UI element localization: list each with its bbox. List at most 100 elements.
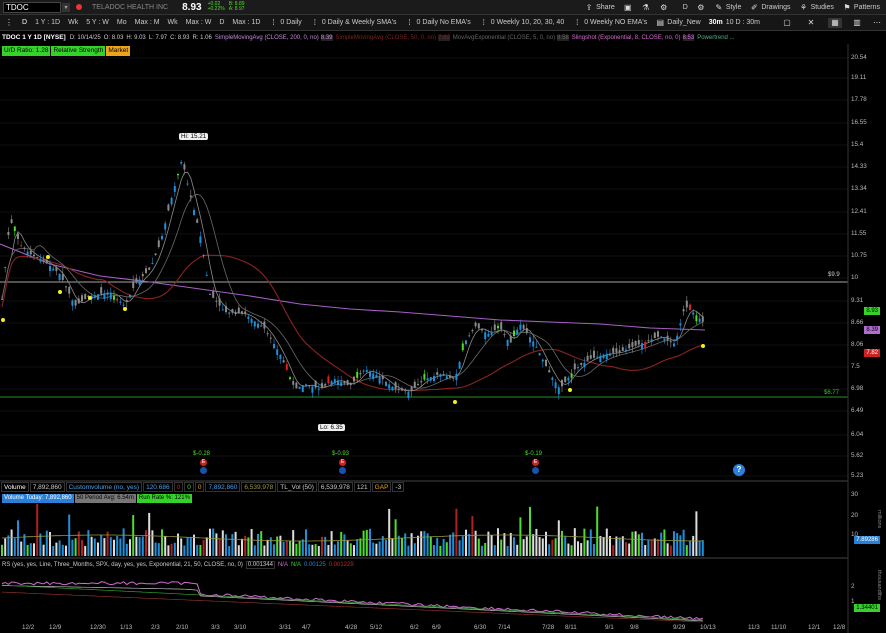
symbol-dropdown-icon[interactable]: ▾ — [62, 2, 70, 12]
candle-body[interactable] — [375, 375, 378, 378]
volume-bar[interactable] — [433, 544, 435, 556]
candle-body[interactable] — [340, 381, 343, 386]
patterns-button[interactable]: ⚑ Patterns — [842, 2, 880, 12]
style-button[interactable]: ✎ Style — [714, 2, 741, 12]
candle-body[interactable] — [602, 354, 605, 359]
volume-bar[interactable] — [356, 539, 359, 556]
news-marker-icon-1[interactable] — [200, 467, 207, 474]
volume-bar[interactable] — [125, 543, 128, 556]
volume-bar[interactable] — [401, 537, 403, 556]
candle-body[interactable] — [701, 316, 704, 322]
volume-bar[interactable] — [442, 538, 445, 556]
candle-body[interactable] — [394, 382, 397, 390]
candle-body[interactable] — [541, 359, 544, 362]
candle-body[interactable] — [644, 341, 647, 349]
volume-bar[interactable] — [685, 545, 688, 556]
volume-bar[interactable] — [522, 539, 525, 556]
candle-body[interactable] — [413, 381, 416, 388]
candle-body[interactable] — [535, 346, 538, 348]
candle-body[interactable] — [513, 330, 515, 336]
candle-body[interactable] — [13, 226, 16, 231]
volume-bar[interactable] — [359, 538, 362, 556]
volume-bar[interactable] — [484, 542, 487, 556]
news-marker-icon-2[interactable] — [339, 467, 346, 474]
volume-bar[interactable] — [186, 537, 189, 556]
candle-body[interactable] — [234, 313, 237, 315]
candle-body[interactable] — [81, 295, 83, 302]
volume-bar[interactable] — [173, 542, 176, 556]
volume-bar[interactable] — [394, 519, 397, 556]
gear-button[interactable]: ⚙ — [696, 2, 706, 12]
volume-bar[interactable] — [71, 539, 74, 556]
volume-bar[interactable] — [509, 532, 512, 556]
candle-body[interactable] — [650, 339, 653, 343]
sidebar-icon[interactable]: ▥ — [852, 18, 862, 28]
volume-bar[interactable] — [701, 540, 704, 556]
candle-body[interactable] — [657, 331, 659, 337]
candle-body[interactable] — [666, 335, 669, 341]
candle-body[interactable] — [301, 385, 304, 393]
volume-bar[interactable] — [465, 529, 467, 556]
candle-body[interactable] — [615, 348, 618, 353]
layout-weekly-10-20-30-40[interactable]: ⁞ 0 Weekly 10, 20, 30, 40 — [479, 18, 565, 28]
volume-bar[interactable] — [583, 528, 586, 556]
volume-bar[interactable] — [81, 540, 83, 556]
volume-bar[interactable] — [644, 545, 647, 556]
volume-bar[interactable] — [596, 506, 599, 556]
candle-body[interactable] — [372, 373, 375, 380]
candle-body[interactable] — [52, 268, 55, 271]
volume-bar[interactable] — [122, 528, 125, 556]
volume-bar[interactable] — [471, 516, 474, 556]
candle-body[interactable] — [189, 195, 192, 198]
candle-body[interactable] — [673, 343, 675, 347]
volume-bar[interactable] — [333, 544, 336, 556]
volume-bar[interactable] — [458, 540, 461, 556]
volume-bar[interactable] — [634, 531, 637, 556]
volume-bar[interactable] — [417, 535, 419, 556]
volume-bar[interactable] — [266, 539, 269, 556]
volume-bar[interactable] — [4, 538, 7, 556]
candle-body[interactable] — [439, 374, 442, 377]
volume-bar[interactable] — [346, 540, 349, 556]
volume-bar[interactable] — [202, 540, 205, 556]
study-slingshot[interactable]: Slingshot (Exponential, 8, CLOSE, no, 0) — [572, 35, 681, 41]
volume-bar[interactable] — [548, 544, 551, 556]
volume-bar[interactable] — [129, 539, 131, 556]
candle-body[interactable] — [695, 315, 698, 322]
candle-body[interactable] — [625, 349, 627, 351]
volume-bar[interactable] — [29, 543, 32, 556]
volume-bar[interactable] — [7, 535, 10, 556]
candle-body[interactable] — [125, 300, 128, 303]
candle-body[interactable] — [487, 333, 490, 337]
candle-body[interactable] — [628, 343, 631, 349]
candle-body[interactable] — [676, 335, 679, 340]
candle-body[interactable] — [458, 361, 461, 369]
volume-bar[interactable] — [388, 508, 391, 556]
candle-body[interactable] — [129, 295, 131, 298]
volume-bar[interactable] — [407, 545, 410, 556]
candle-body[interactable] — [100, 287, 103, 294]
volume-bar[interactable] — [535, 528, 538, 556]
chart-canvas[interactable] — [0, 44, 886, 633]
volume-bar[interactable] — [666, 543, 669, 556]
volume-bar[interactable] — [1, 544, 3, 556]
candle-body[interactable] — [263, 321, 266, 329]
study-powertrend[interactable]: Powertrend ... — [697, 35, 734, 41]
volume-bar[interactable] — [337, 541, 339, 556]
volume-bar[interactable] — [628, 543, 631, 556]
volume-bar[interactable] — [599, 535, 602, 556]
volume-bar[interactable] — [321, 536, 323, 556]
period-d[interactable]: D — [22, 19, 27, 26]
volume-bar[interactable] — [138, 537, 141, 556]
earnings-marker-icon-2[interactable]: E — [339, 459, 346, 466]
volume-bar[interactable] — [311, 544, 314, 556]
volume-bar[interactable] — [532, 534, 535, 556]
volume-bar[interactable] — [324, 536, 327, 556]
volume-bar[interactable] — [119, 538, 122, 556]
candle-body[interactable] — [557, 387, 560, 395]
volume-bar[interactable] — [561, 530, 563, 556]
layout-weekly-no-ema[interactable]: ⁞ 0 Weekly NO EMA's — [572, 18, 647, 28]
volume-bar[interactable] — [679, 535, 682, 556]
candle-body[interactable] — [378, 376, 381, 384]
candle-body[interactable] — [593, 350, 595, 358]
